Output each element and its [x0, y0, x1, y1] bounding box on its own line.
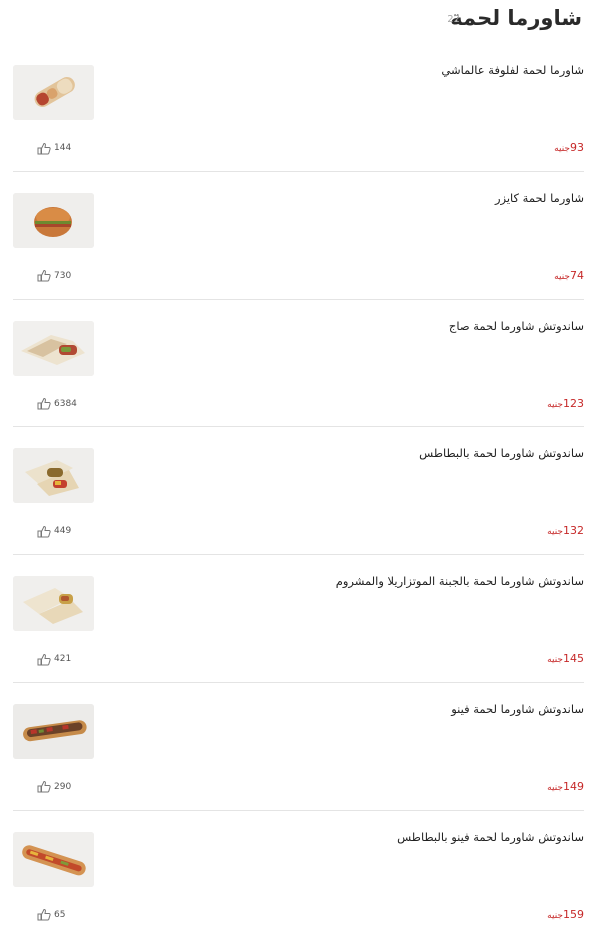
thumbs-up-icon[interactable]: [37, 908, 51, 921]
menu-item-image[interactable]: [13, 192, 94, 248]
price-value: 123: [563, 396, 584, 410]
thumbs-up-icon[interactable]: [37, 269, 51, 282]
thumbs-up-icon[interactable]: [37, 525, 51, 538]
thumbs-up-icon[interactable]: [37, 780, 51, 793]
menu-item-image[interactable]: [13, 65, 94, 120]
thumbs-up-icon[interactable]: [37, 142, 51, 155]
price-value: 159: [563, 907, 584, 921]
price-value: 74: [570, 268, 584, 282]
thumbs-up-icon[interactable]: [37, 653, 51, 666]
menu-item-image[interactable]: [13, 831, 94, 887]
likes[interactable]: 421: [37, 652, 71, 666]
wrap-fries-image: [13, 448, 94, 504]
section-title: شاورما لحمة: [450, 6, 582, 30]
menu-item-image[interactable]: [13, 576, 94, 632]
price-currency: جنيه: [554, 271, 570, 282]
menu-item-price: 145جنيه: [547, 652, 584, 665]
fino-fries-image: [13, 831, 94, 887]
likes[interactable]: 290: [37, 780, 71, 794]
price-currency: جنيه: [547, 527, 563, 538]
menu-item-name[interactable]: ساندوتش شاورما لحمة بالبطاطس: [144, 446, 584, 460]
price-currency: جنيه: [547, 655, 563, 666]
menu-item-list: شاورما لحمة لفلوفة عالماشي 144 93جنيه شا…: [0, 44, 598, 934]
menu-item-image[interactable]: [13, 703, 94, 759]
menu-item-price: 159جنيه: [547, 908, 584, 921]
menu-item[interactable]: ساندوتش شاورما لحمة صاج 6384 123جنيه: [13, 300, 584, 428]
likes[interactable]: 6384: [37, 397, 77, 411]
menu-item-name[interactable]: ساندوتش شاورما لحمة فينو: [144, 702, 584, 716]
price-currency: جنيه: [554, 144, 570, 154]
likes[interactable]: 449: [37, 524, 71, 538]
menu-item[interactable]: شاورما لحمة لفلوفة عالماشي 144 93جنيه: [13, 44, 584, 172]
price-value: 132: [563, 524, 584, 538]
menu-item-price: 93جنيه: [554, 141, 584, 154]
menu-item-price: 123جنيه: [547, 397, 584, 410]
price-currency: جنيه: [547, 782, 563, 793]
menu-item[interactable]: ساندوتش شاورما لحمة فينو بالبطاطس 65 159…: [13, 811, 584, 934]
likes[interactable]: 730: [37, 269, 71, 283]
menu-item[interactable]: شاورما لحمة كايزر 730 74جنيه: [13, 172, 584, 300]
menu-item-name[interactable]: شاورما لحمة كايزر: [144, 191, 584, 205]
like-count: 65: [54, 909, 66, 920]
wrap-roll-image: [13, 65, 94, 120]
menu-item-price: 74جنيه: [554, 269, 584, 282]
menu-item-price: 132جنيه: [547, 524, 584, 537]
like-count: 144: [54, 143, 72, 153]
like-count: 730: [54, 270, 72, 281]
menu-item-image[interactable]: [13, 320, 94, 376]
menu-item-name[interactable]: ساندوتش شاورما لحمة فينو بالبطاطس: [144, 830, 584, 844]
like-count: 6384: [54, 398, 77, 409]
section-item-count: 22: [447, 14, 460, 25]
menu-item[interactable]: ساندوتش شاورما لحمة بالبطاطس 449 132جنيه: [13, 427, 584, 556]
kaiser-bun-image: [13, 192, 94, 248]
price-currency: جنيه: [547, 399, 563, 410]
menu-item-price: 149جنيه: [547, 780, 584, 793]
like-count: 421: [54, 654, 72, 665]
fino-open-image: [13, 703, 94, 759]
section-header: شاورما لحمة 22: [0, 0, 598, 44]
menu-item-name[interactable]: شاورما لحمة لفلوفة عالماشي: [144, 63, 584, 77]
price-currency: جنيه: [547, 910, 563, 921]
price-value: 145: [563, 652, 584, 666]
like-count: 290: [54, 781, 72, 792]
like-count: 449: [54, 526, 72, 537]
likes[interactable]: 144: [37, 141, 71, 155]
menu-item-image[interactable]: [13, 448, 94, 504]
likes[interactable]: 65: [37, 908, 65, 922]
price-value: 149: [563, 779, 584, 793]
menu-item-name[interactable]: ساندوتش شاورما لحمة صاج: [144, 319, 584, 333]
menu-item[interactable]: ساندوتش شاورما لحمة فينو 290 149جنيه: [13, 683, 584, 811]
thumbs-up-icon[interactable]: [37, 397, 51, 410]
price-value: 93: [570, 141, 584, 154]
menu-item[interactable]: ساندوتش شاورما لحمة بالجبنة الموتزاريلا …: [13, 555, 584, 683]
menu-item-name[interactable]: ساندوتش شاورما لحمة بالجبنة الموتزاريلا …: [144, 574, 584, 588]
wrap-cheese-image: [13, 576, 94, 632]
saj-wrap-image: [13, 320, 94, 376]
